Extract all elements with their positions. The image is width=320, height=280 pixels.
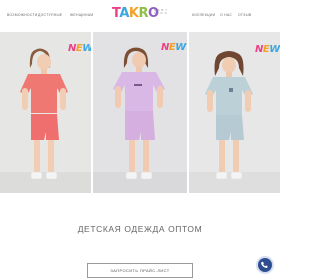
child-figure-coral [0,48,91,193]
new-badge: NEW [68,43,91,54]
child-figure-light-blue [189,51,280,193]
logo-tagline: B A B Y K I D S [154,8,168,16]
logo-wordmark: TAKRO [112,6,159,21]
nav-link-women[interactable]: Женщинам [70,13,93,17]
request-price-list-button[interactable]: ЗАПРОСИТЬ ПРАЙС-ЛИСТ [87,263,193,278]
nav-link-about[interactable]: О нас [220,13,232,17]
hero-title: ДЕТСКАЯ ОДЕЖДА ОПТОМ [77,224,203,234]
nav-link-collections[interactable]: Коллекции [192,13,215,17]
brand-logo[interactable]: TAKRO B A B Y K I D S [112,7,168,25]
product-photo-light-blue[interactable]: NEW [189,32,280,193]
new-badge: NEW [255,44,280,55]
child-figure-lilac [93,47,187,193]
new-badge: NEW [161,42,186,53]
nav-link-available[interactable]: Доступные [38,13,62,17]
site-header: Возможности Доступные Женщинам TAKRO B A… [0,0,280,30]
nav-link-reviews[interactable]: Отзыв [238,13,251,17]
product-photo-coral[interactable]: NEW [0,32,91,193]
nav-link-opportunities[interactable]: Возможности [7,13,38,17]
product-photo-lilac[interactable]: NEW [93,32,187,193]
phone-icon [261,261,268,268]
callback-button[interactable] [258,258,272,272]
